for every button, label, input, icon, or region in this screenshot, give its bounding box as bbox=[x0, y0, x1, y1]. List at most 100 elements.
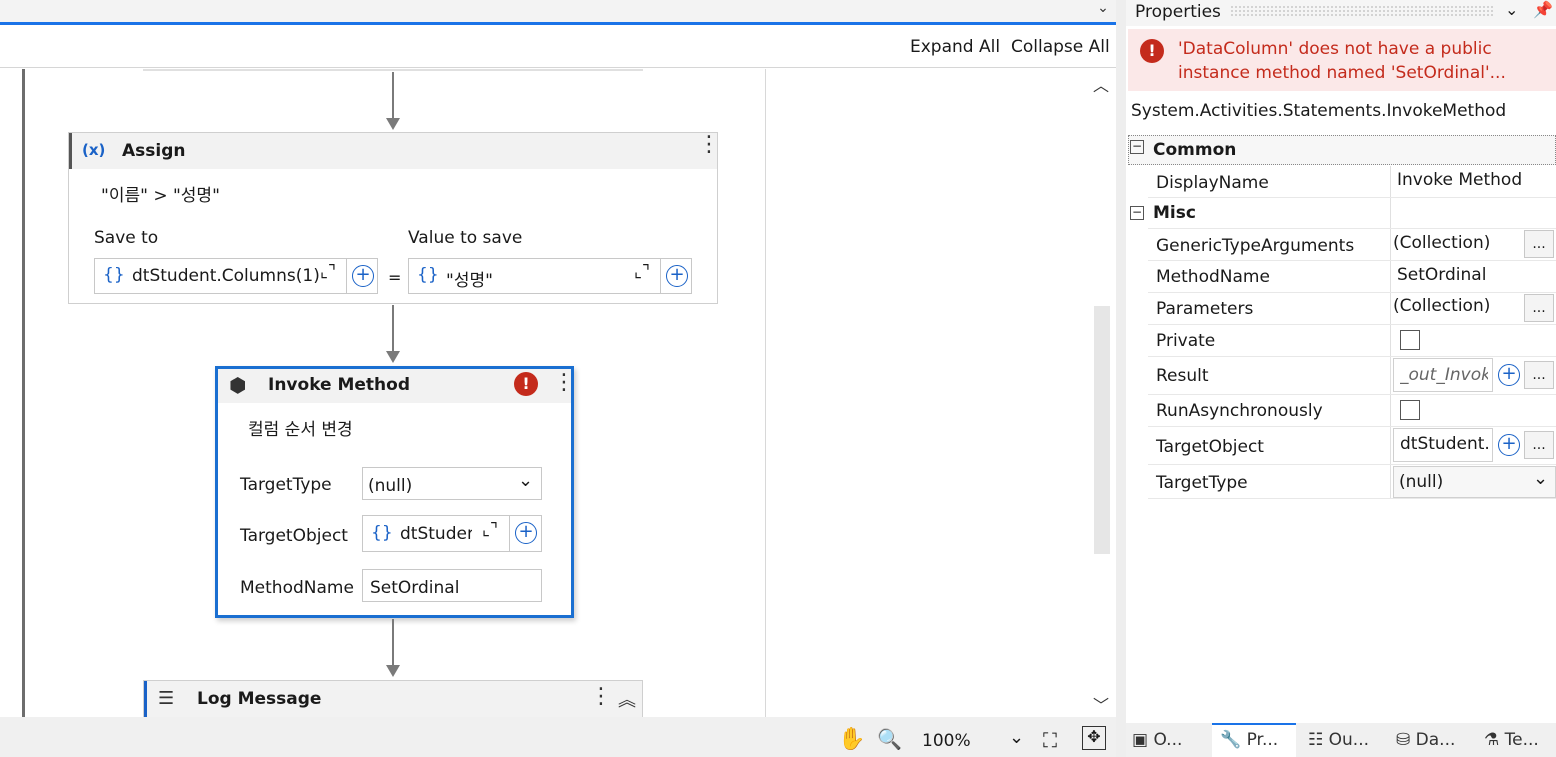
ellipsis-button[interactable]: ... bbox=[1524, 230, 1554, 258]
expand-editor-icon[interactable]: ⌞⌝ bbox=[320, 262, 336, 282]
prop-label-methodname: MethodName bbox=[1156, 267, 1270, 287]
error-icon[interactable]: ! bbox=[514, 372, 538, 396]
add-variable-plus-icon[interactable]: + bbox=[666, 265, 688, 287]
log-message-title: Log Message bbox=[197, 689, 322, 709]
flow-arrow-line bbox=[392, 72, 394, 120]
expand-editor-icon[interactable]: ⌞⌝ bbox=[634, 262, 650, 282]
grid-row-divider bbox=[1148, 356, 1556, 357]
flow-arrow-head bbox=[386, 351, 400, 363]
ellipsis-button[interactable]: ... bbox=[1524, 361, 1554, 389]
value-to-save-label: Value to save bbox=[408, 228, 523, 248]
collapse-all-button[interactable]: Collapse All bbox=[1011, 37, 1110, 57]
run-async-checkbox[interactable] bbox=[1400, 400, 1420, 420]
expression-braces-icon: {} bbox=[103, 265, 125, 285]
prop-label-result: Result bbox=[1156, 366, 1209, 386]
grid-row-divider bbox=[1148, 197, 1556, 198]
chevron-down-icon[interactable]: ⌄ bbox=[1505, 0, 1518, 19]
tab-test-explorer[interactable]: ⚗ Te... bbox=[1484, 723, 1539, 757]
previous-activity-edge bbox=[143, 69, 643, 71]
chevron-down-icon[interactable]: ⌄ bbox=[1094, 0, 1112, 20]
prop-label-parameters: Parameters bbox=[1156, 299, 1254, 319]
prop-value-parameters: (Collection) bbox=[1393, 296, 1491, 316]
zoom-level[interactable]: 100% bbox=[922, 731, 971, 751]
invoke-method-cube-icon: ⬢ bbox=[229, 373, 247, 397]
overview-map-icon[interactable]: ✥ bbox=[1082, 726, 1106, 750]
fit-to-screen-icon[interactable]: ⛶ bbox=[1043, 728, 1057, 752]
grid-row-divider bbox=[1148, 292, 1556, 293]
grid-row-divider bbox=[1148, 498, 1556, 499]
expand-editor-icon[interactable]: ⌞⌝ bbox=[482, 520, 498, 540]
collapse-chevron-icon[interactable]: ︽ bbox=[618, 686, 636, 712]
chevron-down-icon[interactable]: ⌄ bbox=[1533, 468, 1548, 489]
tab-data-manager[interactable]: ⛁ Da... bbox=[1396, 723, 1455, 757]
private-checkbox[interactable] bbox=[1400, 330, 1420, 350]
prop-value-displayname[interactable]: Invoke Method bbox=[1397, 170, 1522, 190]
chevron-down-icon[interactable]: ⌄ bbox=[518, 470, 533, 491]
field-separator bbox=[509, 516, 510, 551]
hand-pan-icon[interactable]: ✋ bbox=[838, 727, 865, 752]
panel-grip[interactable] bbox=[1230, 5, 1494, 17]
add-variable-plus-icon[interactable]: + bbox=[1498, 434, 1520, 456]
target-type-prop-value: (null) bbox=[1399, 472, 1444, 492]
prop-value-generictypeargs: (Collection) bbox=[1393, 233, 1491, 253]
search-zoom-icon[interactable]: 🔍 bbox=[877, 727, 902, 751]
tab-properties[interactable]: 🔧 Pr... bbox=[1220, 723, 1278, 757]
error-icon: ! bbox=[1140, 39, 1164, 63]
chevron-down-icon[interactable]: ⌄ bbox=[1009, 727, 1024, 748]
target-object-label: TargetObject bbox=[240, 526, 348, 546]
prop-label-targettype: TargetType bbox=[1156, 473, 1248, 493]
value-input[interactable]: "성명" bbox=[446, 266, 493, 291]
target-object-prop-input[interactable]: dtStudent.( bbox=[1400, 434, 1488, 454]
grid-row-divider bbox=[1148, 324, 1556, 325]
add-variable-plus-icon[interactable]: + bbox=[352, 265, 374, 287]
tab-outline[interactable]: ☷ Ou... bbox=[1308, 723, 1369, 757]
flow-arrow-line bbox=[392, 305, 394, 353]
expand-all-button[interactable]: Expand All bbox=[910, 37, 1000, 57]
category-common-label: Common bbox=[1153, 140, 1237, 160]
wrench-icon: 🔧 bbox=[1220, 730, 1242, 750]
invoke-display-name: 컬럼 순서 변경 bbox=[248, 420, 353, 440]
tab-properties-label: Pr... bbox=[1246, 730, 1279, 750]
sequence-border-right bbox=[765, 69, 766, 717]
ellipsis-button[interactable]: ... bbox=[1524, 294, 1554, 322]
activity-type-name: System.Activities.Statements.InvokeMetho… bbox=[1131, 101, 1507, 121]
scrollbar-thumb[interactable] bbox=[1094, 306, 1110, 554]
log-kebab-icon[interactable]: ⋮ bbox=[590, 686, 612, 708]
scroll-down-icon[interactable]: ﹀ bbox=[1093, 692, 1109, 716]
target-type-value: (null) bbox=[368, 476, 413, 496]
collapse-minus-icon[interactable]: − bbox=[1130, 140, 1144, 154]
invoke-kebab-icon[interactable]: ⋮ bbox=[553, 372, 575, 394]
object-browser-icon: ▣ bbox=[1132, 730, 1149, 750]
prop-label-displayname: DisplayName bbox=[1156, 173, 1269, 193]
grid-row-divider bbox=[1148, 394, 1556, 395]
pin-icon[interactable]: 📌 bbox=[1533, 0, 1553, 19]
ellipsis-button[interactable]: ... bbox=[1524, 431, 1554, 459]
assign-kebab-icon[interactable]: ⋮ bbox=[698, 134, 720, 156]
grid-row-divider bbox=[1148, 260, 1556, 261]
assign-title: Assign bbox=[122, 141, 186, 161]
target-object-input[interactable]: dtStuder bbox=[400, 524, 472, 544]
field-separator bbox=[346, 259, 347, 293]
target-type-label: TargetType bbox=[240, 475, 332, 495]
error-message-line-1: 'DataColumn' does not have a public bbox=[1178, 39, 1492, 59]
flow-arrow-line bbox=[392, 619, 394, 667]
method-name-input[interactable]: SetOrdinal bbox=[370, 578, 459, 598]
prop-label-targetobject: TargetObject bbox=[1156, 437, 1264, 457]
add-variable-plus-icon[interactable]: + bbox=[1498, 364, 1520, 386]
save-to-input[interactable]: dtStudent.Columns(1) bbox=[132, 266, 320, 286]
grid-column-divider bbox=[1390, 166, 1391, 498]
save-to-label: Save to bbox=[94, 228, 159, 248]
collapse-minus-icon[interactable]: − bbox=[1130, 206, 1144, 220]
tab-object-browser[interactable]: ▣ O... bbox=[1132, 723, 1182, 757]
prop-value-methodname[interactable]: SetOrdinal bbox=[1397, 265, 1486, 285]
error-message: 'DataColumn' does not have a public inst… bbox=[1178, 37, 1538, 85]
equals-sign: = bbox=[388, 268, 402, 287]
outline-icon: ☷ bbox=[1308, 730, 1324, 750]
result-input[interactable]: _out_Invok bbox=[1400, 365, 1488, 385]
data-manager-icon: ⛁ bbox=[1396, 730, 1411, 750]
scroll-up-icon[interactable]: ︿ bbox=[1093, 72, 1109, 96]
properties-title: Properties bbox=[1135, 2, 1221, 22]
grid-row-divider bbox=[1148, 228, 1556, 229]
add-variable-plus-icon[interactable]: + bbox=[515, 522, 537, 544]
grid-row-divider bbox=[1148, 464, 1556, 465]
